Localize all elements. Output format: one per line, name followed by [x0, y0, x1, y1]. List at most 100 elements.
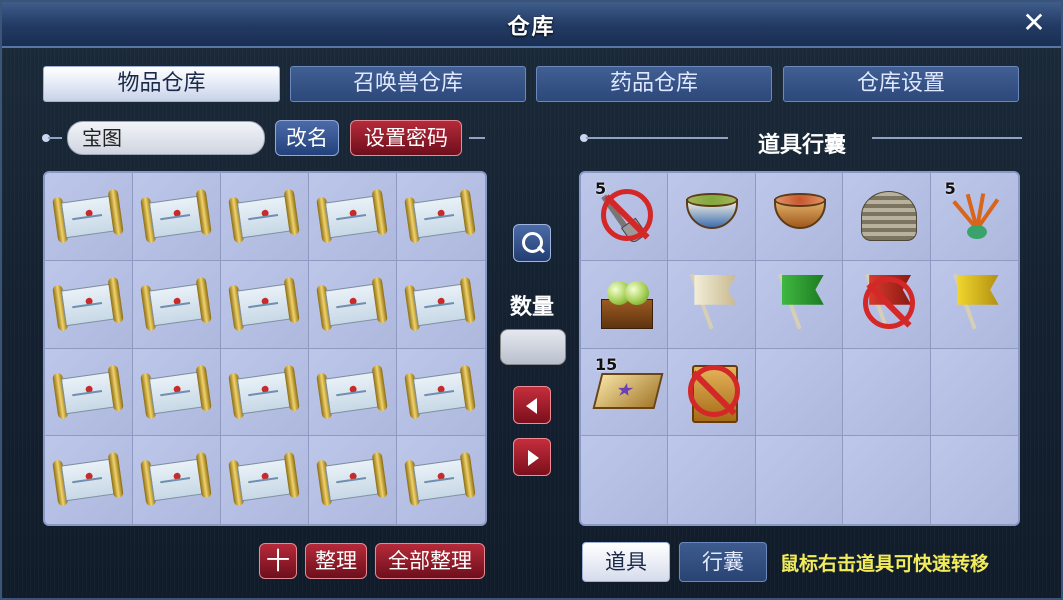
bag-slot[interactable] [581, 260, 669, 349]
divider-line [469, 137, 485, 139]
warehouse-slot[interactable] [45, 348, 133, 437]
warehouse-slot[interactable] [133, 173, 221, 261]
locked-icon [601, 189, 653, 241]
treasure-map-scroll-icon [140, 364, 212, 419]
warehouse-slot[interactable] [309, 348, 397, 437]
sort-button[interactable]: 整理 [305, 543, 367, 579]
tab-bag[interactable]: 行囊 [679, 542, 767, 582]
warehouse-grid [43, 171, 487, 526]
treasure-map-scroll-icon [228, 451, 300, 507]
transfer-hint: 鼠标右击道具可快速转移 [780, 553, 990, 575]
treasure-map-scroll-icon [228, 188, 300, 244]
warehouse-slot[interactable] [133, 348, 221, 437]
treasure-map-scroll-icon [316, 364, 388, 419]
treasure-map-scroll-icon [52, 276, 124, 332]
bag-slot[interactable]: 5 [581, 173, 669, 261]
tab-medicine-warehouse[interactable]: 药品仓库 [536, 66, 772, 102]
green-flag-icon [756, 261, 842, 348]
tab-item-warehouse[interactable]: 物品仓库 [43, 66, 280, 102]
bag-slot[interactable] [668, 173, 756, 261]
warehouse-slot[interactable] [309, 173, 397, 261]
warehouse-slot[interactable] [133, 436, 221, 524]
treasure-map-scroll-icon [316, 276, 388, 332]
arrow-left-icon [526, 398, 537, 414]
warehouse-slot[interactable] [397, 173, 485, 261]
warehouse-slot[interactable] [45, 173, 133, 261]
bag-slot[interactable] [843, 260, 931, 349]
bag-slot[interactable] [755, 260, 844, 349]
add-slot-button[interactable]: 十 [259, 543, 297, 579]
warehouse-slot[interactable] [221, 436, 309, 524]
search-icon-handle [537, 245, 545, 254]
bag-slot[interactable] [755, 348, 844, 437]
treasure-map-scroll-icon [404, 188, 476, 244]
locked-icon [863, 276, 916, 329]
bag-slot[interactable] [755, 173, 844, 261]
star-board-icon [581, 349, 667, 436]
warehouse-slot[interactable] [309, 436, 397, 524]
warehouse-slot[interactable] [45, 260, 133, 349]
close-icon[interactable]: ✕ [1019, 8, 1049, 38]
quantity-field[interactable] [500, 329, 566, 365]
treasure-map-scroll-icon [404, 276, 476, 332]
window-title: 仓库 [507, 15, 556, 40]
warehouse-slot[interactable] [133, 260, 221, 349]
warehouse-slot[interactable] [397, 436, 485, 524]
bean-soup-bowl-icon [668, 173, 754, 260]
spiral-shell-icon [843, 173, 929, 260]
sort-all-button[interactable]: 全部整理 [375, 543, 485, 579]
item-quantity: 5 [595, 179, 607, 198]
bag-title: 道具行囊 [757, 133, 846, 158]
warehouse-slot[interactable] [45, 436, 133, 524]
bag-slot[interactable] [843, 436, 931, 524]
rename-button[interactable]: 改名 [275, 120, 339, 156]
bag-slot[interactable] [930, 436, 1018, 524]
move-right-button[interactable] [513, 438, 551, 476]
treasure-map-scroll-icon [52, 364, 124, 419]
bag-slot[interactable] [581, 436, 669, 524]
bag-grid: 5 5 15 [579, 171, 1020, 526]
bag-slot[interactable] [930, 260, 1018, 349]
treasure-map-scroll-icon [404, 364, 476, 419]
warehouse-slot[interactable] [397, 260, 485, 349]
warehouse-name-field[interactable]: 宝图 [67, 121, 265, 155]
treasure-map-scroll-icon [140, 188, 212, 244]
yellow-flag-icon [931, 261, 1018, 348]
bag-slot[interactable]: 5 [930, 173, 1018, 261]
arrow-right-icon [528, 450, 539, 466]
treasure-map-scroll-icon [52, 451, 124, 507]
bag-slot[interactable] [843, 348, 931, 437]
bag-slot[interactable] [755, 436, 844, 524]
tab-pet-warehouse[interactable]: 召唤兽仓库 [290, 66, 526, 102]
tab-warehouse-settings[interactable]: 仓库设置 [783, 66, 1019, 102]
divider-line [48, 137, 62, 139]
divider-line [872, 137, 1022, 139]
warehouse-slot[interactable] [221, 348, 309, 437]
red-soup-bowl-icon [756, 173, 842, 260]
treasure-map-scroll-icon [316, 188, 388, 244]
warehouse-slot[interactable] [309, 260, 397, 349]
warehouse-slot[interactable] [221, 260, 309, 349]
tab-items[interactable]: 道具 [582, 542, 670, 582]
treasure-map-scroll-icon [404, 451, 476, 507]
bag-slot[interactable] [668, 260, 756, 349]
warehouse-slot[interactable] [397, 348, 485, 437]
bag-slot[interactable]: 15 [581, 348, 669, 437]
bag-slot[interactable] [843, 173, 931, 261]
white-flag-icon [668, 261, 754, 348]
warehouse-slot[interactable] [221, 173, 309, 261]
title-bar[interactable]: 仓库 ✕ [2, 2, 1061, 48]
treasure-map-scroll-icon [52, 188, 124, 244]
set-password-button[interactable]: 设置密码 [350, 120, 462, 156]
bag-slot[interactable] [930, 348, 1018, 437]
treasure-map-scroll-icon [140, 276, 212, 332]
locked-icon [688, 364, 741, 417]
item-quantity: 15 [595, 354, 618, 374]
search-button[interactable] [513, 224, 551, 262]
bag-slot[interactable] [668, 436, 756, 524]
bag-slot[interactable] [668, 348, 756, 437]
item-quantity: 5 [944, 179, 956, 198]
treasure-map-scroll-icon [228, 276, 300, 332]
quantity-label: 数量 [509, 295, 554, 320]
move-left-button[interactable] [513, 386, 551, 424]
